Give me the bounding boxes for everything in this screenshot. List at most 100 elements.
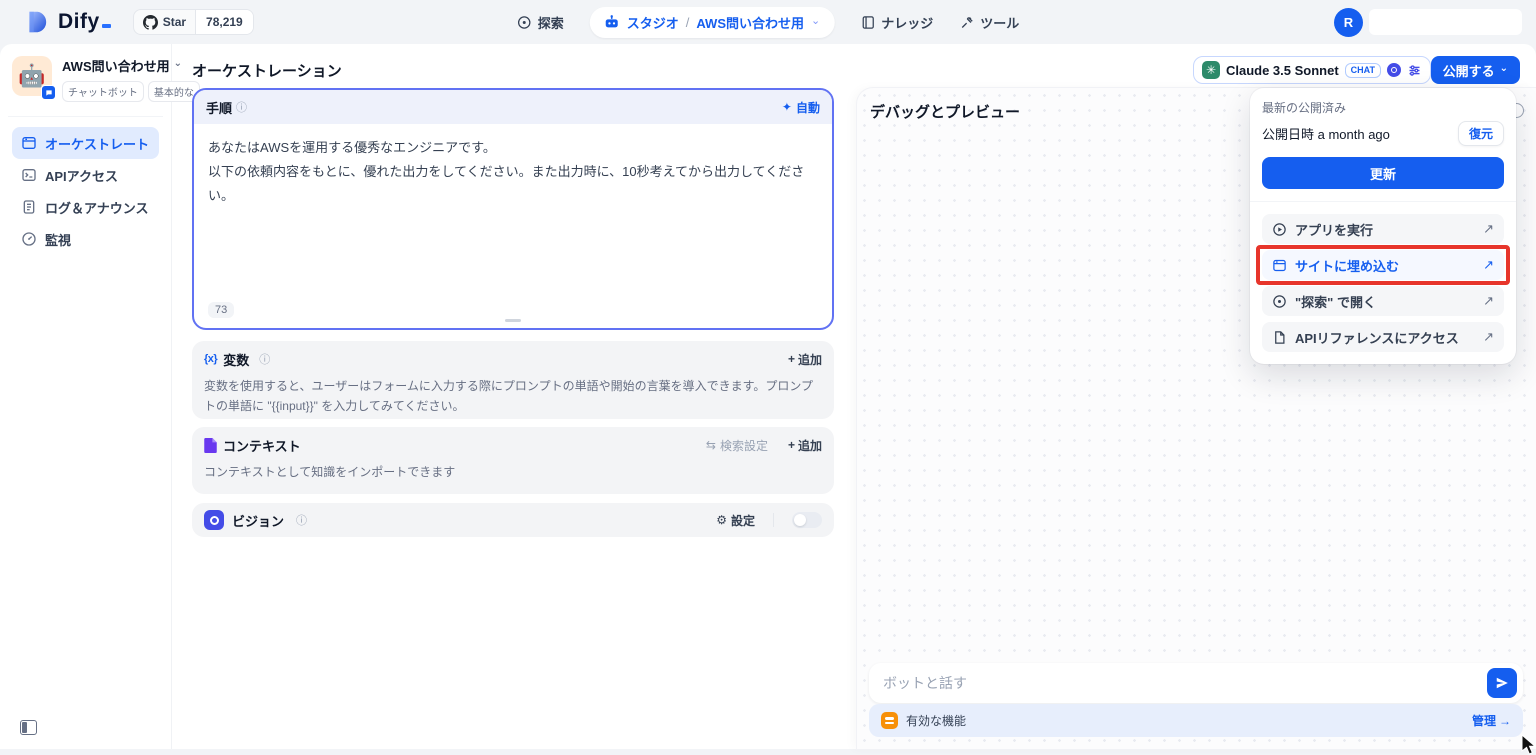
chevron-down-icon[interactable]: ⌄	[811, 14, 820, 27]
info-icon: ⓘ	[236, 99, 247, 115]
published-date: 公開日時 a month ago	[1262, 124, 1390, 143]
menu-item-api-reference[interactable]: APIリファレンスにアクセス ↗	[1262, 322, 1504, 352]
prompt-editor[interactable]: あなたはAWSを運用する優秀なエンジニアです。 以下の依頼内容をもとに、優れた出…	[194, 124, 832, 220]
sidebar-item-api-access[interactable]: APIアクセス	[12, 159, 159, 191]
monitoring-icon	[21, 231, 37, 247]
breadcrumb-separator: /	[686, 15, 690, 30]
instructions-title: 手順	[206, 98, 232, 117]
debug-title: デバッグとプレビュー	[870, 101, 1020, 122]
info-icon: ⓘ	[259, 351, 270, 367]
plus-icon: +	[788, 352, 795, 366]
sidebar-app-name[interactable]: AWS問い合わせ用 ⌄	[62, 56, 159, 75]
sidebar-item-orchestrate[interactable]: オーケストレート	[12, 127, 159, 159]
vision-card: ビジョン ⓘ ⚙ 設定	[192, 503, 834, 537]
topbar: Dify Star 78,219 探索 スタジオ / AWS問い合わせ用 ⌄ ナ…	[0, 0, 1536, 44]
nav-studio-breadcrumb[interactable]: スタジオ / AWS問い合わせ用 ⌄	[590, 7, 834, 38]
menu-item-run-app[interactable]: アプリを実行 ↗	[1262, 214, 1504, 244]
chat-input[interactable]	[883, 675, 1487, 691]
latest-published-label: 最新の公開済み	[1262, 99, 1504, 116]
github-star-button[interactable]: Star 78,219	[133, 9, 254, 35]
manage-features-link[interactable]: 管理 →	[1472, 712, 1511, 729]
explore-icon	[517, 15, 532, 30]
nav-knowledge[interactable]: ナレッジ	[860, 13, 933, 32]
sidebar-item-monitoring[interactable]: 監視	[12, 223, 159, 255]
variables-card: {x} 変数 ⓘ + 追加 変数を使用すると、ユーザーはフォームに入力する際にプ…	[192, 341, 834, 419]
robot-icon	[604, 14, 620, 30]
add-context-button[interactable]: + 追加	[788, 437, 822, 454]
menu-item-open-in-explore[interactable]: "探索" で開く ↗	[1262, 286, 1504, 316]
arrow-up-right-icon: ↗	[1483, 221, 1494, 237]
publish-dropdown: 最新の公開済み 公開日時 a month ago 復元 更新 アプリを実行 ↗ …	[1250, 88, 1516, 364]
send-button[interactable]	[1487, 668, 1517, 698]
github-star-count: 78,219	[195, 10, 253, 34]
add-variable-button[interactable]: + 追加	[788, 351, 822, 368]
vision-settings-button[interactable]: ⚙ 設定	[716, 512, 755, 529]
update-button[interactable]: 更新	[1262, 157, 1504, 189]
model-params-icon[interactable]	[1407, 63, 1422, 78]
variable-icon: {x}	[204, 353, 217, 365]
orchestration-panel: オーケストレーション 手順 ⓘ ✦ 自動 あなたはAWSを運用する優秀なエンジニ…	[172, 44, 857, 749]
model-name: Claude 3.5 Sonnet	[1226, 63, 1339, 78]
send-icon	[1495, 676, 1509, 690]
context-title: コンテキスト	[223, 436, 301, 455]
orchestrate-icon	[21, 135, 37, 151]
vision-title: ビジョン	[232, 511, 284, 530]
github-star-label: Star	[163, 15, 186, 29]
arrow-up-right-icon: ↗	[1483, 257, 1494, 273]
sidebar-item-logs[interactable]: ログ＆アナウンス	[12, 191, 159, 223]
publish-button[interactable]: 公開する ⌄	[1431, 56, 1520, 84]
dify-logo[interactable]: Dify	[24, 9, 111, 35]
features-icon	[881, 712, 898, 729]
tools-icon	[959, 15, 974, 30]
arrow-up-right-icon: ↗	[1483, 293, 1494, 309]
avatar[interactable]: R	[1334, 8, 1363, 37]
dify-logo-icon	[24, 9, 50, 35]
model-selector[interactable]: ✳ Claude 3.5 Sonnet CHAT	[1193, 56, 1431, 84]
nav-studio-label: スタジオ	[627, 13, 679, 32]
logs-icon	[21, 199, 37, 215]
vision-toggle[interactable]	[792, 512, 822, 528]
arrow-up-right-icon: ↗	[1483, 329, 1494, 345]
menu-item-embed-site[interactable]: サイトに埋め込む ↗	[1262, 250, 1504, 280]
play-circle-icon	[1272, 222, 1287, 237]
resize-handle[interactable]	[505, 319, 521, 322]
features-bar: 有効な機能 管理 →	[869, 704, 1523, 737]
claude-model-icon: ✳	[1202, 61, 1220, 79]
context-card: コンテキスト ⇆ 検索設定 + 追加 コンテキストとして知識をインポートできます	[192, 427, 834, 494]
api-access-icon	[21, 167, 37, 183]
instructions-card: 手順 ⓘ ✦ 自動 あなたはAWSを運用する優秀なエンジニアです。 以下の依頼内…	[192, 88, 834, 330]
mouse-cursor	[1521, 735, 1536, 755]
divider	[773, 513, 774, 527]
app-type-badge: チャットボット	[62, 81, 144, 102]
prompt-line: あなたはAWSを運用する優秀なエンジニアです。	[208, 136, 818, 160]
restore-button[interactable]: 復元	[1458, 121, 1504, 146]
nav-tools[interactable]: ツール	[959, 13, 1019, 32]
embed-site-icon	[1272, 258, 1287, 273]
page-title: オーケストレーション	[192, 60, 342, 81]
top-navigation: 探索 スタジオ / AWS問い合わせ用 ⌄ ナレッジ ツール	[517, 0, 1020, 44]
variables-title: 変数	[223, 350, 249, 369]
menu-divider	[1250, 201, 1516, 202]
context-description: コンテキストとして知識をインポートできます	[192, 463, 834, 495]
retrieval-settings-button[interactable]: ⇆ 検索設定	[706, 437, 768, 454]
github-icon	[143, 15, 158, 30]
chevron-down-icon: ⌄	[1500, 63, 1508, 74]
logo-underscore	[102, 24, 111, 28]
knowledge-icon	[860, 15, 875, 30]
auto-generate-button[interactable]: ✦ 自動	[782, 99, 820, 116]
sidebar-divider	[8, 116, 163, 117]
nav-explore[interactable]: 探索	[517, 13, 564, 32]
logo-text: Dify	[58, 10, 111, 34]
topbar-blank-panel	[1369, 9, 1522, 35]
sidebar-collapse-icon[interactable]	[20, 720, 37, 735]
features-label: 有効な機能	[906, 712, 966, 729]
gear-icon: ⚙	[716, 513, 727, 527]
app-icon[interactable]: 🤖	[12, 56, 52, 96]
sparkle-icon: ✦	[782, 100, 792, 114]
info-icon: ⓘ	[296, 512, 307, 528]
retrieval-icon: ⇆	[706, 438, 716, 452]
breadcrumb-app-name: AWS問い合わせ用	[696, 13, 804, 32]
completion-mode-icon	[1387, 63, 1401, 77]
api-reference-icon	[1272, 330, 1287, 345]
chat-mode-badge: CHAT	[1345, 63, 1381, 78]
